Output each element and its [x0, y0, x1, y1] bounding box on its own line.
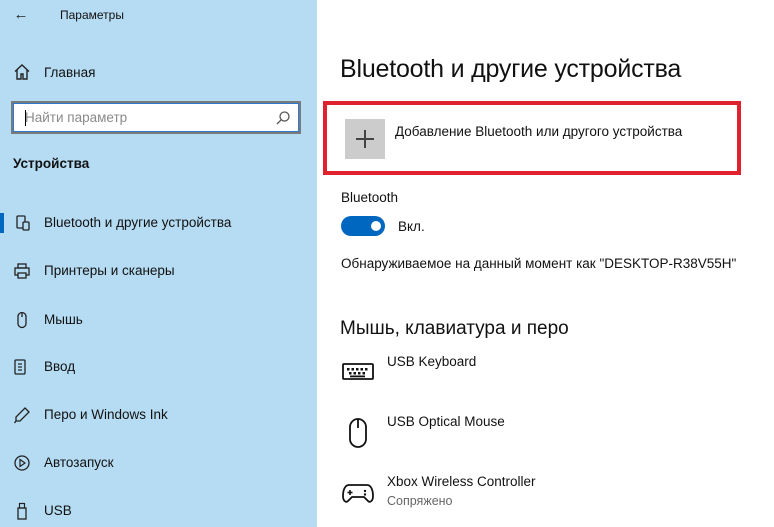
device-item[interactable]: USB Optical Mouse — [341, 414, 761, 458]
search-input[interactable] — [25, 110, 265, 125]
sidebar-item-bluetooth[interactable]: Bluetooth и другие устройства — [0, 206, 317, 240]
sidebar-item-usb[interactable]: USB — [0, 494, 317, 527]
mouse-icon — [17, 311, 27, 329]
discoverable-text: Обнаруживаемое на данный момент как "DES… — [341, 256, 737, 271]
home-icon — [14, 64, 30, 80]
bluetooth-toggle[interactable] — [341, 216, 385, 236]
page-title: Bluetooth и другие устройства — [340, 55, 682, 83]
bluetooth-devices-icon — [16, 215, 30, 231]
sidebar-item-autoplay[interactable]: Автозапуск — [0, 446, 317, 480]
mouse-icon — [341, 416, 375, 450]
text-caret — [25, 110, 26, 126]
active-indicator — [0, 213, 4, 233]
add-device-label[interactable]: Добавление Bluetooth или другого устройс… — [395, 124, 682, 139]
keyboard-icon — [14, 359, 26, 375]
toggle-knob — [371, 221, 381, 231]
autoplay-icon — [14, 455, 30, 471]
device-status: Сопряжено — [387, 494, 453, 508]
sidebar-item-label: Bluetooth и другие устройства — [44, 215, 232, 230]
keyboard-icon — [341, 354, 375, 388]
home-nav-item[interactable]: Главная — [0, 58, 317, 86]
device-name: USB Keyboard — [387, 354, 477, 369]
sidebar-item-label: Принтеры и сканеры — [44, 263, 175, 278]
search-icon[interactable] — [275, 110, 291, 126]
sidebar-item-label: Ввод — [44, 359, 76, 374]
usb-icon — [17, 502, 27, 520]
sidebar-item-mouse[interactable]: Мышь — [0, 303, 317, 337]
sidebar-item-label: Автозапуск — [44, 455, 114, 470]
home-label: Главная — [44, 64, 96, 80]
app-title: Параметры — [60, 8, 124, 22]
search-box[interactable] — [11, 101, 301, 134]
device-name: Xbox Wireless Controller — [387, 474, 536, 489]
device-item[interactable]: USB Keyboard — [341, 354, 761, 398]
sidebar-item-pen[interactable]: Перо и Windows Ink — [0, 398, 317, 432]
device-item[interactable]: Xbox Wireless Controller Сопряжено — [341, 474, 761, 518]
section-title-devices: Устройства — [13, 156, 90, 171]
main-content: Bluetooth и другие устройства Добавление… — [317, 0, 774, 527]
bluetooth-label: Bluetooth — [341, 190, 399, 205]
printer-icon — [14, 263, 30, 279]
sidebar-item-label: Мышь — [44, 312, 83, 327]
device-name: USB Optical Mouse — [387, 414, 505, 429]
sidebar-item-label: USB — [44, 503, 72, 518]
back-arrow-icon[interactable]: ← — [10, 4, 32, 26]
sidebar-item-printers[interactable]: Принтеры и сканеры — [0, 254, 317, 288]
bluetooth-toggle-state: Вкл. — [398, 219, 425, 234]
section-title-input-devices: Мышь, клавиатура и перо — [340, 318, 569, 339]
add-device-button[interactable] — [345, 119, 385, 159]
gamepad-icon — [341, 476, 375, 510]
pen-icon — [13, 407, 30, 424]
sidebar: ← Параметры Главная Устройства Bluetooth… — [0, 0, 317, 527]
sidebar-item-input[interactable]: Ввод — [0, 350, 317, 384]
add-device-highlight: Добавление Bluetooth или другого устройс… — [323, 101, 741, 175]
sidebar-item-label: Перо и Windows Ink — [44, 407, 168, 422]
